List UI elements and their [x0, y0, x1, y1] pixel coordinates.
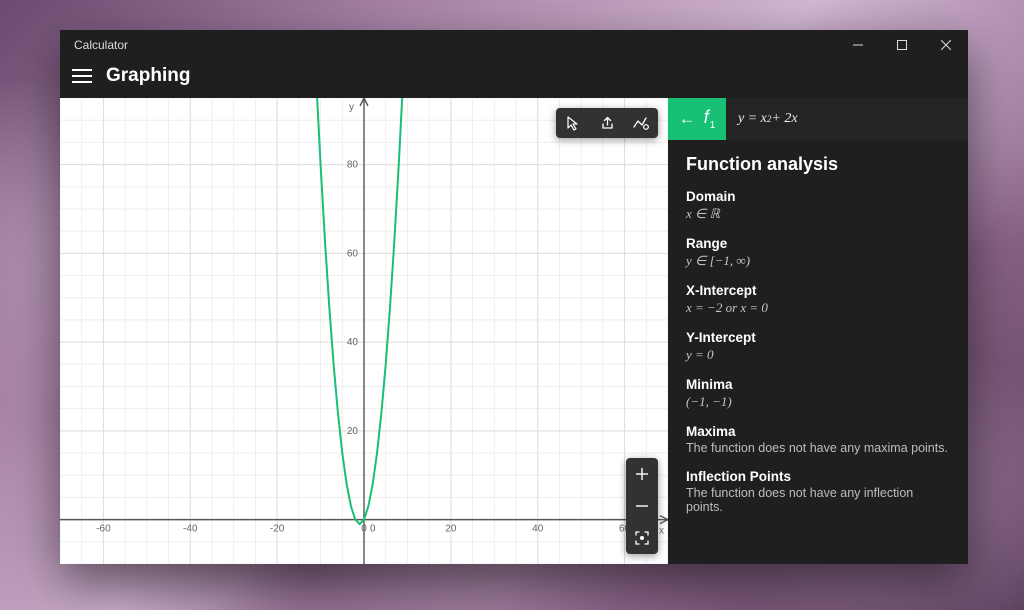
analysis-body: Function analysis Domain x ∈ ℝ Range y ∈ [−… [668, 140, 968, 538]
analysis-text: The function does not have any inflectio… [686, 486, 950, 514]
app-header: Graphing [60, 60, 968, 98]
graph-toolbar [556, 108, 658, 138]
analysis-group: Minima (−1, −1) [686, 377, 950, 410]
analysis-label: X-Intercept [686, 283, 950, 298]
minus-icon [635, 499, 649, 513]
analysis-group: Inflection Points The function does not h… [686, 469, 950, 514]
analysis-label: Inflection Points [686, 469, 950, 484]
analysis-label: Y-Intercept [686, 330, 950, 345]
analysis-label: Domain [686, 189, 950, 204]
function-name: f1 [704, 107, 716, 131]
svg-text:-60: -60 [96, 524, 111, 535]
title-bar[interactable]: Calculator [60, 30, 968, 60]
calculator-window: Calculator Graphing -60 -40 -20 0 20 40 60 20 40… [60, 30, 968, 564]
analysis-value: y ∈ [−1, ∞) [686, 253, 950, 269]
graph-options-button[interactable] [624, 108, 658, 138]
analysis-value: x ∈ ℝ [686, 206, 950, 222]
analysis-label: Range [686, 236, 950, 251]
svg-text:y: y [349, 102, 354, 113]
analysis-group: Y-Intercept y = 0 [686, 330, 950, 363]
graph-settings-icon [632, 115, 650, 131]
analysis-group: Domain x ∈ ℝ [686, 189, 950, 222]
fit-icon [634, 530, 650, 546]
close-icon [941, 40, 951, 50]
graph-canvas: -60-40-20020406020406080yx0 [60, 98, 668, 564]
svg-text:0: 0 [361, 524, 367, 535]
analysis-group: Range y ∈ [−1, ∞) [686, 236, 950, 269]
analysis-label: Minima [686, 377, 950, 392]
analysis-label: Maxima [686, 424, 950, 439]
plus-icon [635, 467, 649, 481]
window-title: Calculator [74, 38, 128, 52]
svg-text:80: 80 [347, 160, 359, 171]
back-button[interactable]: ← f1 [668, 98, 726, 140]
svg-text:20: 20 [445, 524, 457, 535]
maximize-icon [897, 40, 907, 50]
minimize-button[interactable] [836, 30, 880, 60]
svg-text:20: 20 [347, 426, 359, 437]
function-row: ← f1 y = x2 + 2x [668, 98, 968, 140]
share-button[interactable] [590, 108, 624, 138]
trace-button[interactable] [556, 108, 590, 138]
analysis-panel: ← f1 y = x2 + 2x Function analysis Domai… [668, 98, 968, 564]
close-button[interactable] [924, 30, 968, 60]
analysis-value: (−1, −1) [686, 394, 950, 410]
minimize-icon [853, 40, 863, 50]
analysis-group: X-Intercept x = −2 or x = 0 [686, 283, 950, 316]
mode-title: Graphing [106, 65, 190, 87]
analysis-group: Maxima The function does not have any max… [686, 424, 950, 455]
maximize-button[interactable] [880, 30, 924, 60]
svg-text:60: 60 [347, 248, 359, 259]
menu-button[interactable] [72, 69, 92, 83]
zoom-in-button[interactable] [626, 458, 658, 490]
analysis-text: The function does not have any maxima po… [686, 441, 950, 455]
zoom-controls [626, 458, 658, 554]
svg-text:40: 40 [347, 337, 359, 348]
svg-text:-20: -20 [270, 524, 285, 535]
svg-text:-40: -40 [183, 524, 198, 535]
svg-text:40: 40 [532, 524, 544, 535]
svg-text:0: 0 [370, 524, 376, 535]
back-arrow-icon: ← [679, 109, 696, 129]
zoom-out-button[interactable] [626, 490, 658, 522]
content-area: -60-40-20020406020406080yx0 [60, 98, 968, 564]
analysis-value: y = 0 [686, 347, 950, 363]
graph-pane[interactable]: -60-40-20020406020406080yx0 [60, 98, 668, 564]
analysis-title: Function analysis [686, 154, 950, 175]
analysis-value: x = −2 or x = 0 [686, 300, 950, 316]
svg-text:x: x [659, 526, 664, 537]
cursor-icon [565, 115, 581, 131]
share-icon [599, 115, 615, 131]
function-expression[interactable]: y = x2 + 2x [726, 98, 968, 140]
fit-button[interactable] [626, 522, 658, 554]
